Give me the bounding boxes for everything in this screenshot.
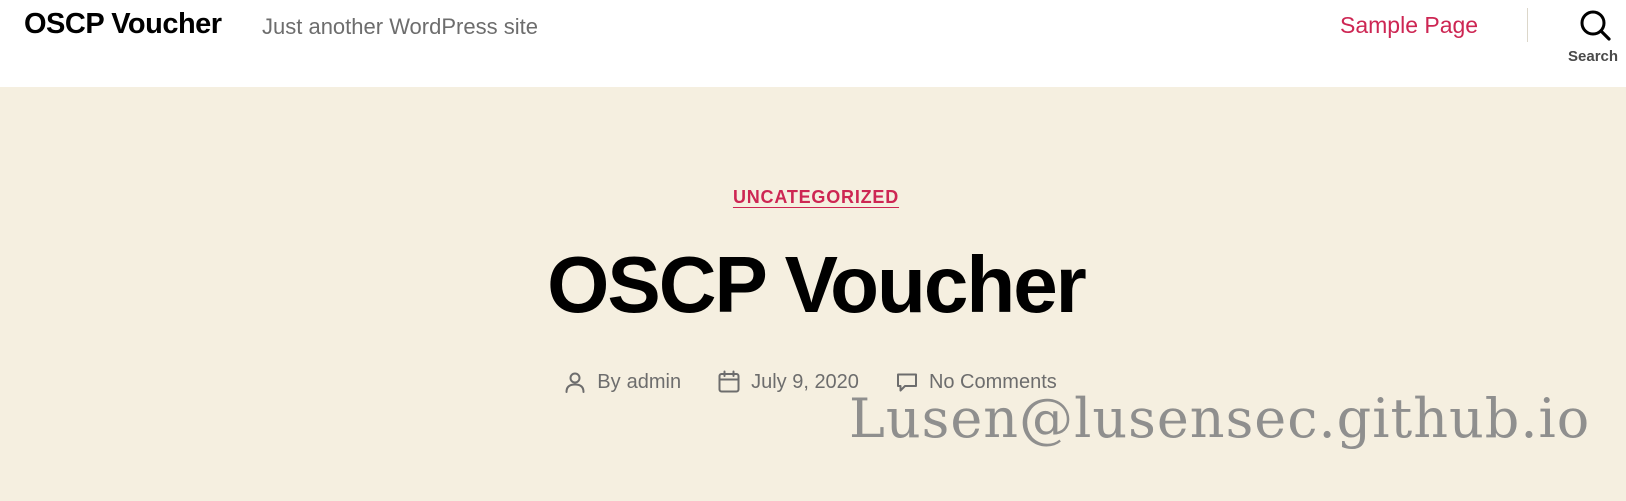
- post-date: July 9, 2020: [717, 370, 859, 394]
- author-link[interactable]: admin: [627, 371, 681, 394]
- watermark-text: Lusen@lusensec.github.io: [849, 387, 1591, 450]
- entry-categories: UNCATEGORIZED: [0, 187, 1626, 208]
- date-link[interactable]: July 9, 2020: [751, 371, 859, 394]
- entry-title: OSCP Voucher: [547, 240, 1087, 329]
- site-description: Just another WordPress site: [262, 14, 538, 39]
- search-toggle-button[interactable]: Search: [1560, 6, 1626, 70]
- calendar-icon: [718, 370, 740, 393]
- author-prefix: By: [597, 370, 621, 393]
- category-link-uncategorized[interactable]: UNCATEGORIZED: [733, 187, 899, 207]
- site-header: OSCP Voucher Just another WordPress site…: [0, 0, 1626, 87]
- site-title-link[interactable]: OSCP Voucher: [24, 8, 222, 41]
- menu-item-sample-page[interactable]: Sample Page: [1340, 12, 1478, 39]
- post-author: By admin: [563, 370, 681, 394]
- user-icon: [565, 372, 585, 393]
- header-divider: [1527, 8, 1528, 42]
- entry-header: UNCATEGORIZED OSCP Voucher By admin July…: [0, 87, 1626, 501]
- search-label: Search: [1568, 48, 1619, 65]
- search-icon: [1580, 10, 1611, 41]
